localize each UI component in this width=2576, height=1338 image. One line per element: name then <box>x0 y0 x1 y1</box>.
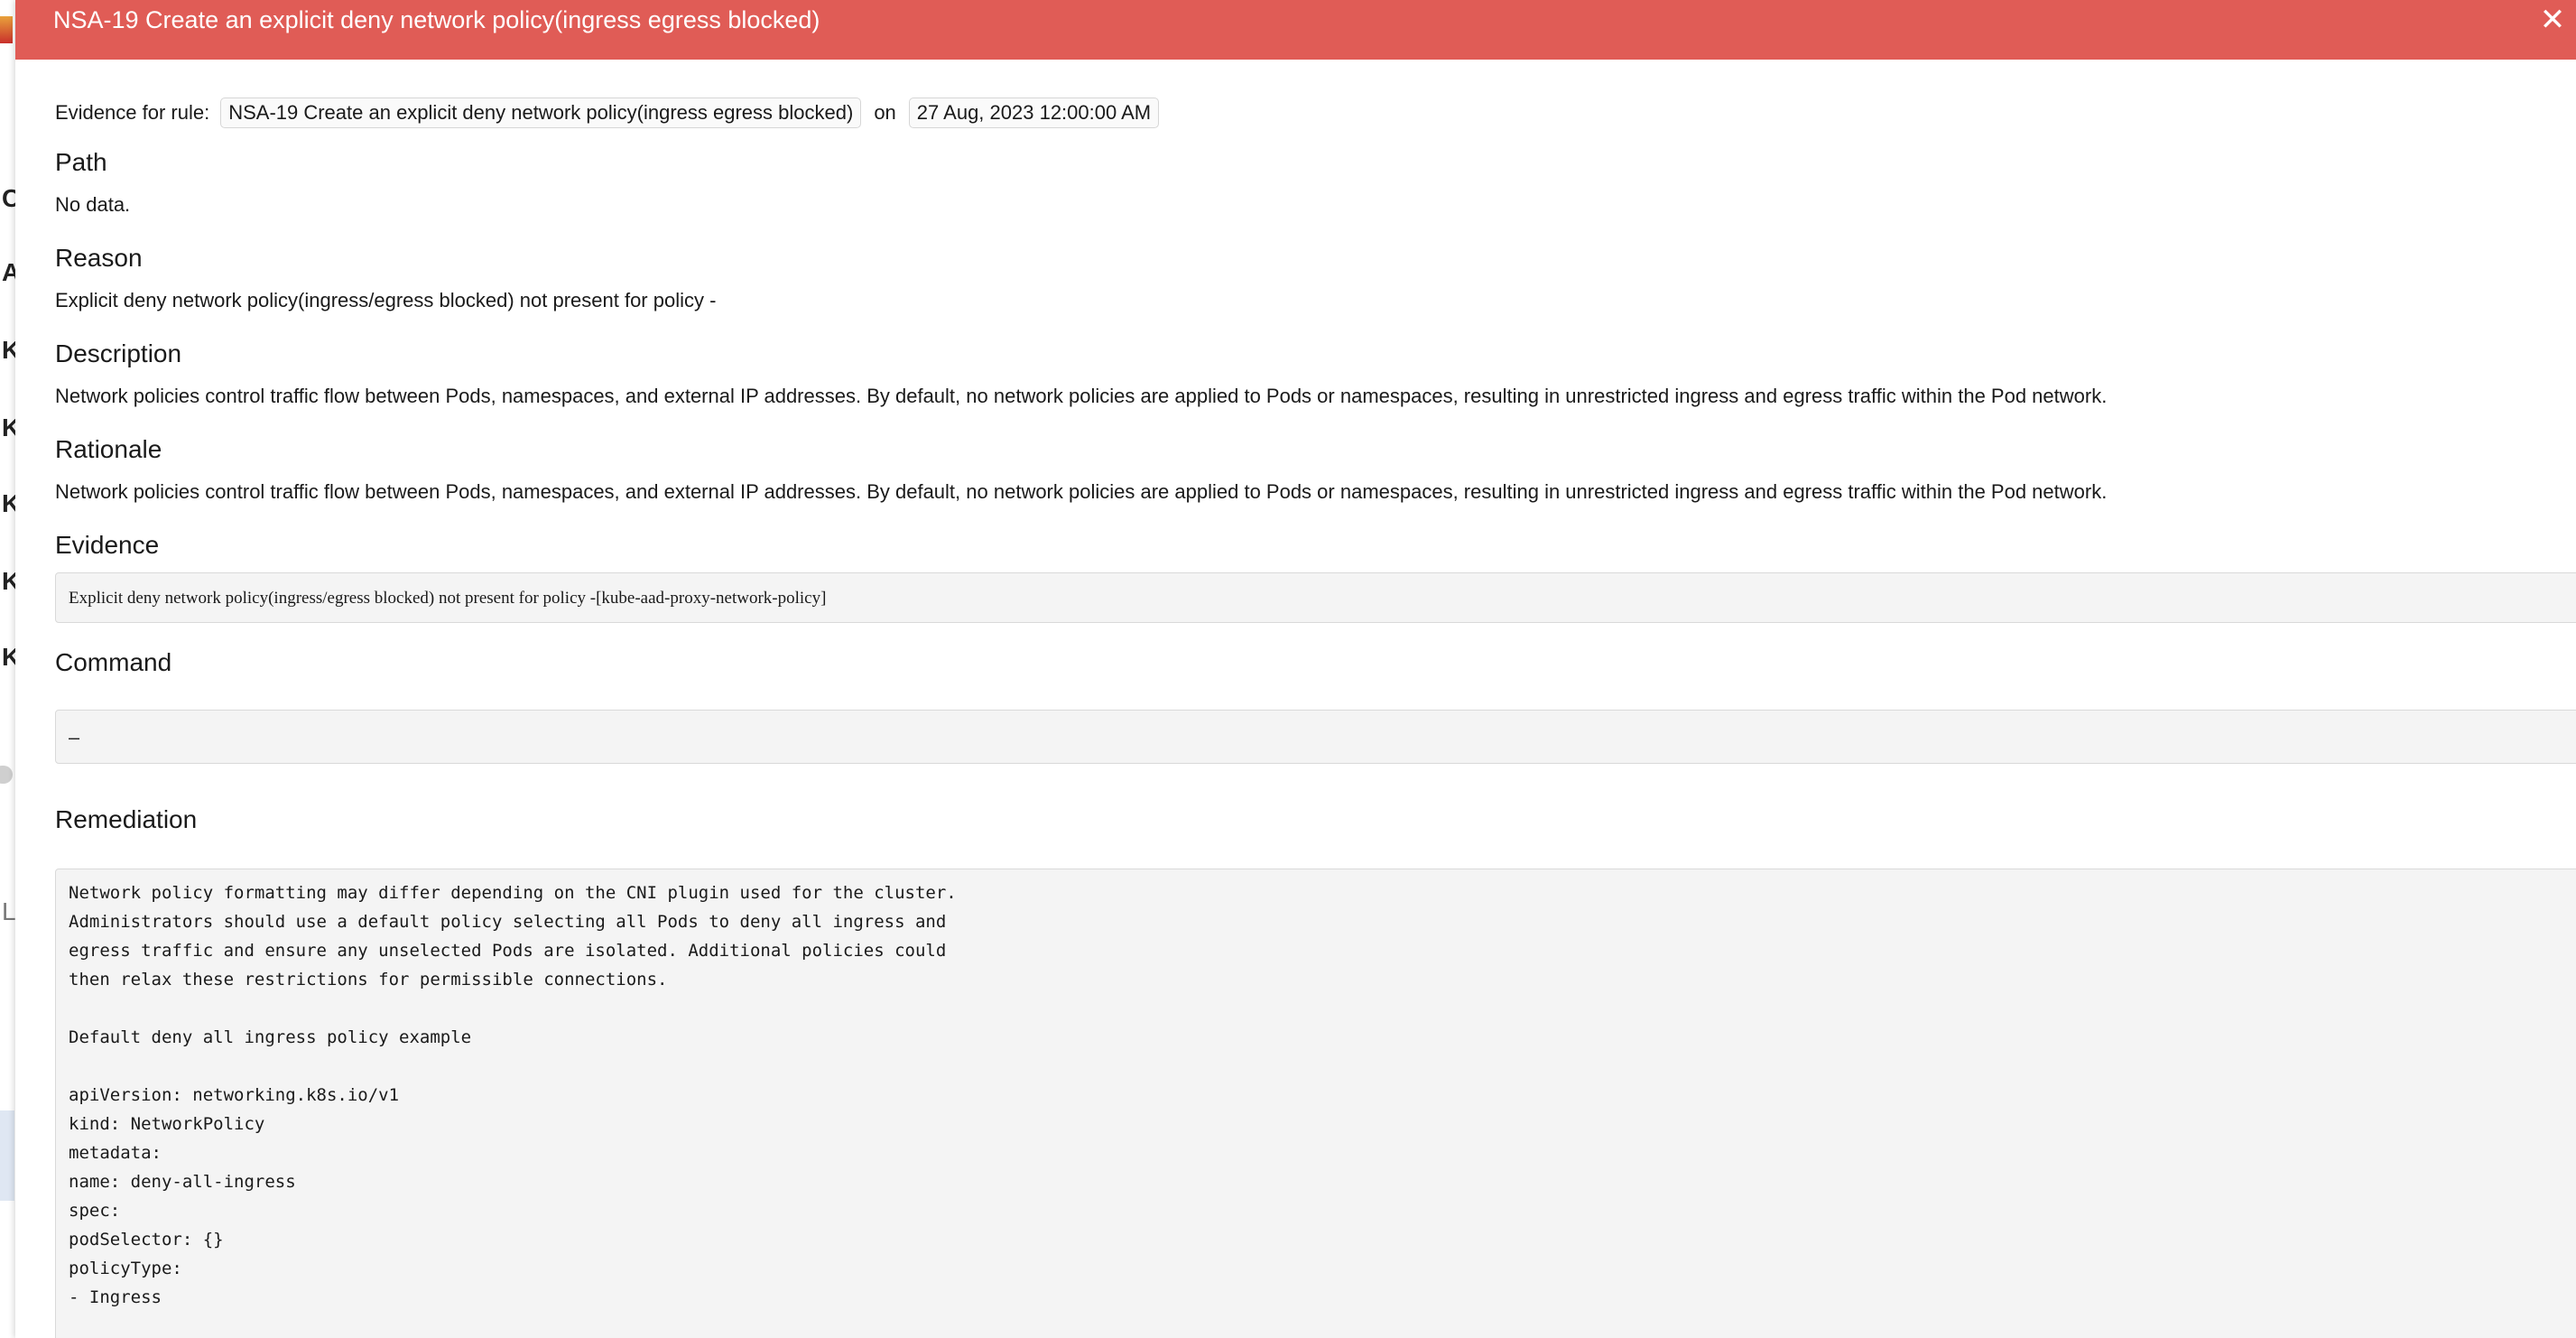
modal-content: Evidence for rule: NSA-19 Create an expl… <box>55 98 2576 1338</box>
page: C A K K K K K L NSA-19 Create an explici… <box>0 0 2576 1338</box>
rationale-title: Rationale <box>55 435 162 463</box>
command-title: Command <box>55 648 172 676</box>
command-box: – <box>55 710 2576 764</box>
on-label: on <box>874 101 896 124</box>
remediation-box: Network policy formatting may differ dep… <box>55 869 2576 1338</box>
app-logo <box>0 16 13 43</box>
evidence-box: Explicit deny network policy(ingress/egr… <box>55 572 2576 623</box>
background-page: C A K K K K K L <box>0 0 20 1338</box>
reason-value: Explicit deny network policy(ingress/egr… <box>55 289 717 311</box>
background-highlight <box>0 1110 14 1201</box>
rationale-value: Network policies control traffic flow be… <box>55 480 2108 503</box>
evidence-modal: NSA-19 Create an explicit deny network p… <box>15 0 2576 1338</box>
path-title: Path <box>55 148 107 176</box>
evidence-for-rule-label: Evidence for rule: <box>55 101 210 124</box>
path-value: No data. <box>55 193 131 216</box>
description-value: Network policies control traffic flow be… <box>55 385 2108 407</box>
description-title: Description <box>55 339 182 367</box>
remediation-title: Remediation <box>55 805 198 833</box>
evidence-for-rule: Evidence for rule: NSA-19 Create an expl… <box>55 98 2576 128</box>
modal-title: NSA-19 Create an explicit deny network p… <box>53 6 820 33</box>
date-chip: 27 Aug, 2023 12:00:00 AM <box>908 98 1160 128</box>
modal-header: NSA-19 Create an explicit deny network p… <box>15 0 2576 60</box>
close-icon: ✕ <box>2539 3 2566 37</box>
reason-title: Reason <box>55 244 143 272</box>
evidence-title: Evidence <box>55 531 160 559</box>
rule-chip: NSA-19 Create an explicit deny network p… <box>220 98 862 128</box>
background-text: L <box>2 897 16 925</box>
background-toggle <box>0 766 13 784</box>
close-button[interactable]: ✕ <box>2536 4 2569 36</box>
